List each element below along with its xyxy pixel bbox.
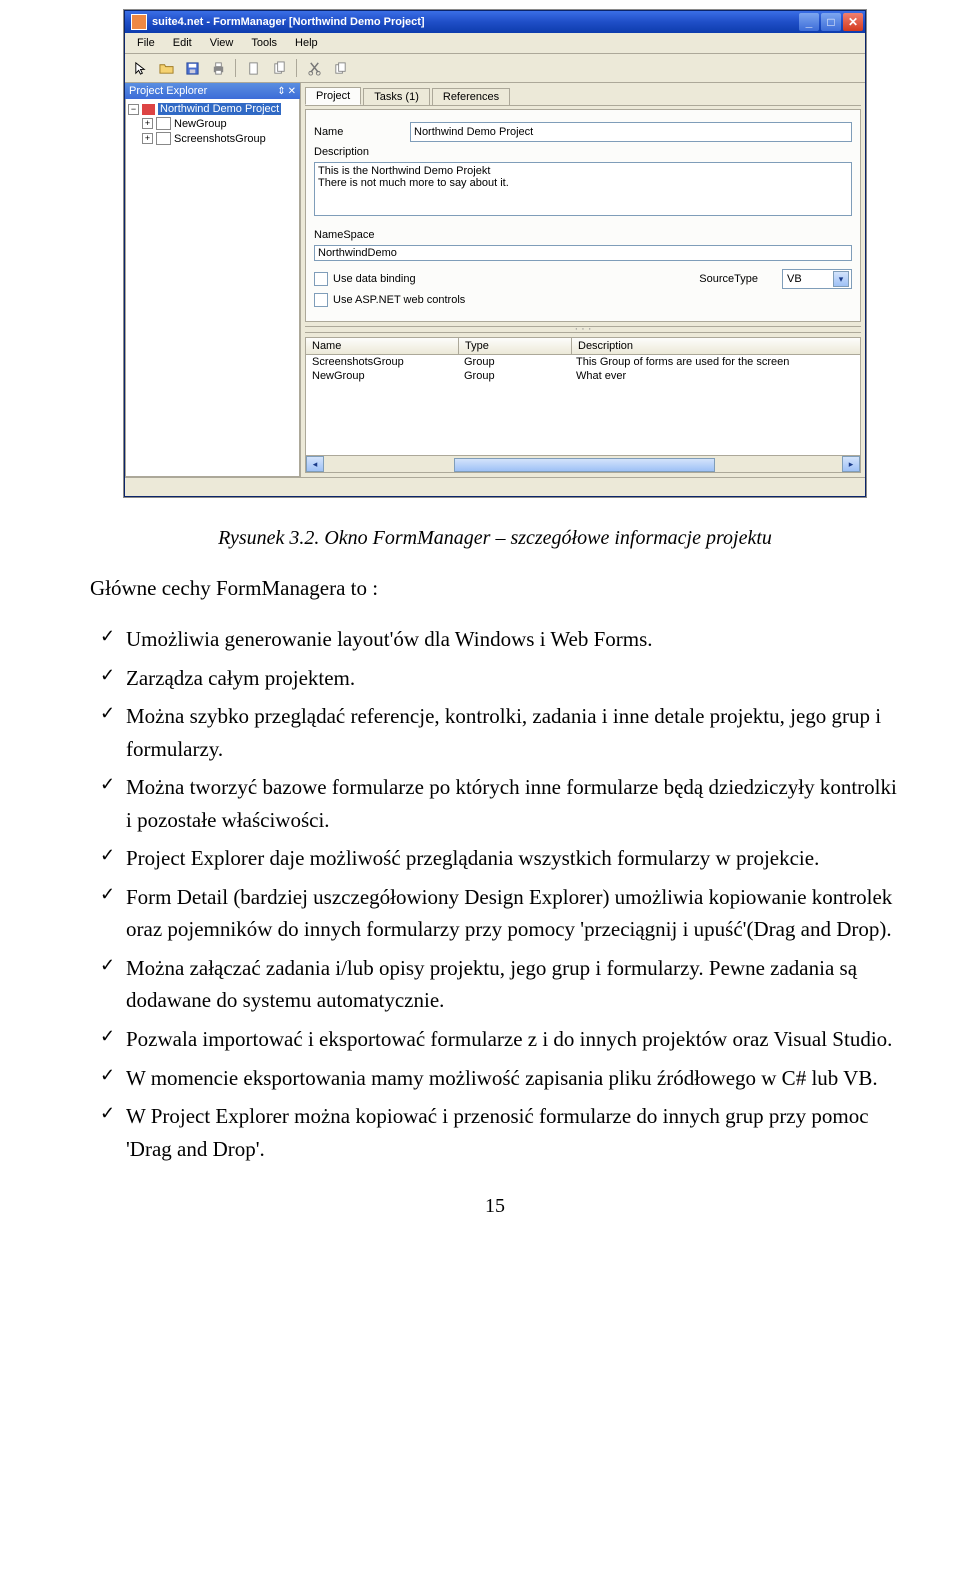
cut-icon[interactable]	[303, 57, 325, 79]
namespace-label: NameSpace	[314, 229, 404, 241]
use-data-binding-checkbox[interactable]: Use data binding	[314, 272, 416, 286]
close-button[interactable]: ✕	[843, 13, 863, 31]
list-item: Umożliwia generowanie layout'ów dla Wind…	[90, 623, 900, 656]
grid-empty-area	[306, 383, 860, 455]
project-explorer-title: Project Explorer	[129, 85, 207, 97]
project-panel: Name Description NameSpace Use da	[305, 109, 861, 322]
scroll-thumb[interactable]	[454, 458, 715, 472]
menu-help[interactable]: Help	[287, 35, 326, 51]
list-item: Można załączać zadania i/lub opisy proje…	[90, 952, 900, 1017]
expand-icon[interactable]: −	[128, 104, 139, 115]
figure-caption: Rysunek 3.2. Okno FormManager – szczegół…	[90, 527, 900, 550]
col-type[interactable]: Type	[459, 338, 572, 354]
col-name[interactable]: Name	[306, 338, 459, 354]
list-item: Form Detail (bardziej uszczegółowiony De…	[90, 881, 900, 946]
checkbox-label: Use ASP.NET web controls	[333, 294, 465, 306]
app-icon	[131, 14, 147, 30]
grid-header: Name Type Description	[306, 338, 860, 355]
expand-icon[interactable]: +	[142, 118, 153, 129]
tree-node-label: ScreenshotsGroup	[174, 133, 266, 145]
tab-strip: Project Tasks (1) References	[305, 87, 861, 106]
panel-close-icon[interactable]: ✕	[288, 86, 296, 97]
maximize-button[interactable]: □	[821, 13, 841, 31]
formmanager-window: suite4.net - FormManager [Northwind Demo…	[124, 10, 866, 497]
menu-tools[interactable]: Tools	[243, 35, 285, 51]
list-item: Pozwala importować i eksportować formula…	[90, 1023, 900, 1056]
namespace-field[interactable]	[314, 245, 852, 261]
save-icon[interactable]	[181, 57, 203, 79]
pages-icon[interactable]	[268, 57, 290, 79]
description-field[interactable]	[314, 162, 852, 216]
tree-root-label: Northwind Demo Project	[158, 103, 281, 115]
name-field[interactable]	[410, 122, 852, 142]
tab-tasks[interactable]: Tasks (1)	[363, 88, 430, 105]
scroll-track[interactable]	[324, 457, 842, 471]
tree-node-label: NewGroup	[174, 118, 227, 130]
lead-paragraph: Główne cechy FormManagera to :	[90, 576, 900, 601]
toolbar-separator	[296, 59, 297, 77]
cell-type: Group	[458, 355, 570, 369]
expand-icon[interactable]: +	[142, 133, 153, 144]
toolbar	[125, 54, 865, 83]
sourcetype-label: SourceType	[699, 273, 758, 285]
menu-edit[interactable]: Edit	[165, 35, 200, 51]
page-number: 15	[90, 1195, 900, 1218]
splitter-handle[interactable]: · · ·	[305, 326, 861, 333]
toolbar-separator	[235, 59, 236, 77]
group-icon	[156, 117, 171, 130]
description-label: Description	[314, 146, 404, 158]
tree-root[interactable]: − Northwind Demo Project	[128, 102, 297, 116]
cell-desc: What ever	[570, 369, 860, 383]
groups-grid: Name Type Description ScreenshotsGroup G…	[305, 337, 861, 473]
project-explorer-panel: Project Explorer ⇕ ✕ − Northwind Demo Pr…	[125, 83, 301, 477]
window-title: suite4.net - FormManager [Northwind Demo…	[152, 16, 799, 28]
chevron-down-icon: ▾	[833, 271, 849, 287]
cell-name: NewGroup	[306, 369, 458, 383]
pin-icon[interactable]: ⇕	[277, 86, 285, 97]
list-item: Zarządza całym projektem.	[90, 662, 900, 695]
tab-project[interactable]: Project	[305, 87, 361, 105]
name-label: Name	[314, 126, 404, 138]
checkbox-label: Use data binding	[333, 273, 416, 285]
menu-bar: File Edit View Tools Help	[125, 33, 865, 54]
tab-references[interactable]: References	[432, 88, 510, 105]
scroll-right-button[interactable]: ▸	[842, 456, 860, 472]
project-explorer-header: Project Explorer ⇕ ✕	[125, 83, 300, 99]
list-item: W momencie eksportowania mamy możliwość …	[90, 1062, 900, 1095]
feature-list: Umożliwia generowanie layout'ów dla Wind…	[90, 623, 900, 1165]
horizontal-scrollbar[interactable]: ◂ ▸	[306, 455, 860, 472]
minimize-button[interactable]: _	[799, 13, 819, 31]
cell-desc: This Group of forms are used for the scr…	[570, 355, 860, 369]
copy-icon[interactable]	[329, 57, 351, 79]
sourcetype-select[interactable]: VB ▾	[782, 269, 852, 289]
title-bar[interactable]: suite4.net - FormManager [Northwind Demo…	[125, 11, 865, 33]
use-asp-checkbox[interactable]: Use ASP.NET web controls	[314, 293, 465, 307]
menu-file[interactable]: File	[129, 35, 163, 51]
page-icon[interactable]	[242, 57, 264, 79]
checkbox-icon	[314, 272, 328, 286]
list-item: Można tworzyć bazowe formularze po który…	[90, 771, 900, 836]
cell-type: Group	[458, 369, 570, 383]
menu-view[interactable]: View	[202, 35, 242, 51]
tree-node[interactable]: + NewGroup	[142, 116, 297, 131]
table-row[interactable]: NewGroup Group What ever	[306, 369, 860, 383]
sourcetype-value: VB	[787, 273, 802, 285]
list-item: W Project Explorer można kopiować i prze…	[90, 1100, 900, 1165]
table-row[interactable]: ScreenshotsGroup Group This Group of for…	[306, 355, 860, 369]
scroll-left-button[interactable]: ◂	[306, 456, 324, 472]
group-icon	[156, 132, 171, 145]
open-icon[interactable]	[155, 57, 177, 79]
main-area: Project Tasks (1) References Name Descri…	[301, 83, 865, 477]
col-description[interactable]: Description	[572, 338, 860, 354]
list-item: Project Explorer daje możliwość przegląd…	[90, 842, 900, 875]
status-bar	[125, 477, 865, 496]
checkbox-icon	[314, 293, 328, 307]
list-item: Można szybko przeglądać referencje, kont…	[90, 700, 900, 765]
cell-name: ScreenshotsGroup	[306, 355, 458, 369]
tree-node[interactable]: + ScreenshotsGroup	[142, 131, 297, 146]
cursor-icon[interactable]	[129, 57, 151, 79]
print-icon[interactable]	[207, 57, 229, 79]
project-icon	[142, 104, 155, 115]
project-tree[interactable]: − Northwind Demo Project + NewGroup + Sc…	[125, 99, 300, 477]
